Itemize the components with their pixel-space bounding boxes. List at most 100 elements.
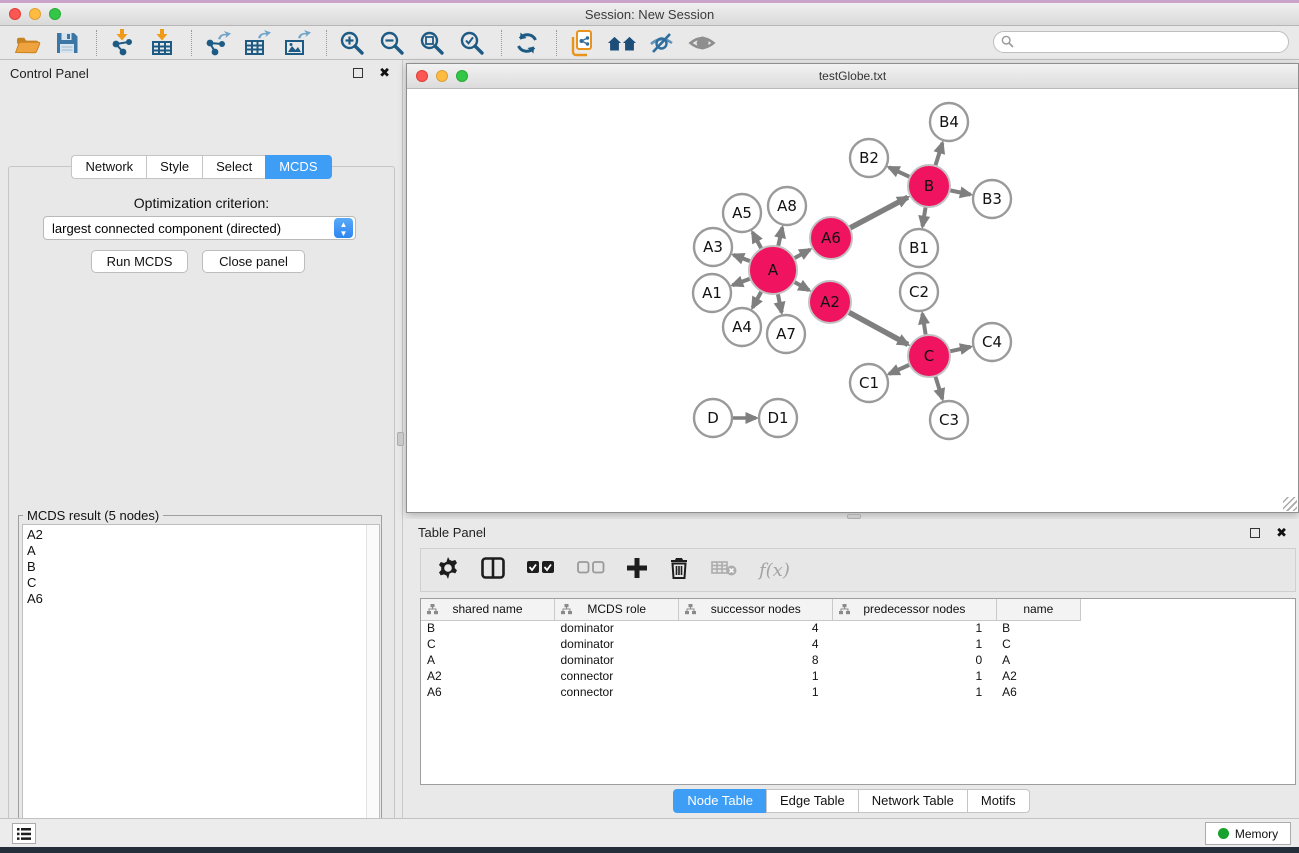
- graph-edge-B-B2[interactable]: [889, 167, 910, 177]
- table-cell[interactable]: A6: [421, 684, 555, 700]
- table-cell[interactable]: connector: [555, 684, 679, 700]
- table-cell[interactable]: 1: [833, 684, 997, 700]
- zoom-selected-icon[interactable]: [457, 29, 487, 57]
- graph-edge-A-A4[interactable]: [753, 291, 762, 308]
- close-table-panel-icon[interactable]: ✖: [1276, 525, 1287, 541]
- zoom-out-icon[interactable]: [377, 29, 407, 57]
- table-cell[interactable]: 8: [679, 652, 833, 668]
- table-cell[interactable]: 0: [833, 652, 997, 668]
- graph-edge-C-C2[interactable]: [922, 314, 925, 336]
- refresh-layout-icon[interactable]: [512, 29, 542, 57]
- tab-network[interactable]: Network: [71, 155, 146, 179]
- graph-edge-A-A6[interactable]: [794, 250, 810, 259]
- graph-edge-A-A3[interactable]: [734, 255, 751, 262]
- table-cell[interactable]: 1: [679, 668, 833, 684]
- column-header-shared-name[interactable]: shared name: [421, 599, 555, 620]
- graph-edge-A-A2[interactable]: [794, 282, 809, 291]
- hide-selected-icon[interactable]: [647, 29, 677, 57]
- select-all-icon[interactable]: [527, 561, 555, 580]
- deselect-all-icon[interactable]: [577, 561, 605, 580]
- column-header-successor-nodes[interactable]: successor nodes: [679, 599, 833, 620]
- graph-edge-A-A8[interactable]: [778, 227, 782, 246]
- show-all-icon[interactable]: [687, 29, 717, 57]
- graph-edge-A-A7[interactable]: [778, 294, 782, 313]
- import-network-icon[interactable]: [107, 29, 137, 57]
- float-panel-icon[interactable]: [353, 68, 363, 78]
- table-cell[interactable]: C: [996, 636, 1080, 652]
- graph-edge-C-C1[interactable]: [889, 365, 910, 374]
- open-session-icon[interactable]: [12, 29, 42, 57]
- tab-select[interactable]: Select: [202, 155, 265, 179]
- table-cell[interactable]: A2: [996, 668, 1080, 684]
- tab-network-table[interactable]: Network Table: [858, 789, 967, 813]
- mcds-result-item[interactable]: C: [27, 575, 379, 591]
- graph-edge-A-A1[interactable]: [733, 278, 751, 285]
- first-neighbors-icon[interactable]: [607, 29, 637, 57]
- export-image-icon[interactable]: [282, 29, 312, 57]
- table-cell[interactable]: A6: [996, 684, 1080, 700]
- table-cell[interactable]: 1: [679, 684, 833, 700]
- search-input[interactable]: [993, 31, 1289, 53]
- table-settings-icon[interactable]: [437, 557, 459, 584]
- export-table-icon[interactable]: [242, 29, 272, 57]
- show-columns-icon[interactable]: [481, 557, 505, 584]
- column-header-predecessor-nodes[interactable]: predecessor nodes: [833, 599, 997, 620]
- tab-edge-table[interactable]: Edge Table: [766, 789, 858, 813]
- vertical-split-handle[interactable]: [397, 432, 404, 446]
- table-cell[interactable]: C: [421, 636, 555, 652]
- table-cell[interactable]: 1: [833, 668, 997, 684]
- table-row[interactable]: Cdominator41C: [421, 636, 1081, 652]
- graph-edge-B-B3[interactable]: [950, 190, 971, 194]
- table-cell[interactable]: B: [996, 620, 1080, 636]
- table-cell[interactable]: A2: [421, 668, 555, 684]
- graph-edge-A6-B[interactable]: [850, 197, 908, 228]
- network-canvas[interactable]: B4B2BB3A8A5A6B1A3AA1C2A2A4A7C4CC1C3DD1: [407, 89, 1298, 512]
- table-cell[interactable]: dominator: [555, 636, 679, 652]
- close-panel-icon[interactable]: ✖: [379, 65, 390, 81]
- column-header-name[interactable]: name: [996, 599, 1080, 620]
- mcds-list-scrollbar[interactable]: [366, 525, 379, 851]
- table-row[interactable]: A6connector11A6: [421, 684, 1081, 700]
- table-cell[interactable]: A: [996, 652, 1080, 668]
- table-cell[interactable]: 1: [833, 620, 997, 636]
- table-cell[interactable]: dominator: [555, 620, 679, 636]
- tab-motifs[interactable]: Motifs: [967, 789, 1030, 813]
- mcds-result-item[interactable]: A: [27, 543, 379, 559]
- tab-style[interactable]: Style: [146, 155, 202, 179]
- table-cell[interactable]: A: [421, 652, 555, 668]
- table-cell[interactable]: dominator: [555, 652, 679, 668]
- add-row-icon[interactable]: [627, 558, 647, 583]
- zoom-in-icon[interactable]: [337, 29, 367, 57]
- table-cell[interactable]: 4: [679, 620, 833, 636]
- float-table-panel-icon[interactable]: [1250, 528, 1260, 538]
- graph-edge-B-B1[interactable]: [923, 207, 926, 227]
- table-cell[interactable]: B: [421, 620, 555, 636]
- window-resize-grip[interactable]: [1283, 497, 1297, 511]
- tab-mcds[interactable]: MCDS: [265, 155, 331, 179]
- table-cell[interactable]: 1: [833, 636, 997, 652]
- graph-edge-C-C3[interactable]: [935, 376, 942, 399]
- mcds-result-item[interactable]: B: [27, 559, 379, 575]
- save-session-icon[interactable]: [52, 29, 82, 57]
- zoom-fit-icon[interactable]: [417, 29, 447, 57]
- graph-edge-A2-C[interactable]: [848, 312, 907, 344]
- criterion-dropdown[interactable]: largest connected component (directed) ▲…: [43, 216, 356, 240]
- new-network-from-selection-icon[interactable]: [567, 29, 597, 57]
- table-row[interactable]: Bdominator41B: [421, 620, 1081, 636]
- table-cell[interactable]: connector: [555, 668, 679, 684]
- table-row[interactable]: A2connector11A2: [421, 668, 1081, 684]
- task-history-button[interactable]: [12, 823, 36, 844]
- memory-button[interactable]: Memory: [1205, 822, 1291, 845]
- graph-edge-A-A5[interactable]: [753, 232, 762, 249]
- close-panel-button[interactable]: Close panel: [202, 250, 305, 273]
- mcds-result-list[interactable]: A2ABCA6: [22, 524, 380, 852]
- graph-edge-B-B4[interactable]: [935, 143, 942, 166]
- column-header-MCDS-role[interactable]: MCDS role: [555, 599, 679, 620]
- delete-row-icon[interactable]: [669, 557, 689, 584]
- export-network-icon[interactable]: [202, 29, 232, 57]
- node-table[interactable]: shared nameMCDS rolesuccessor nodesprede…: [420, 598, 1296, 785]
- import-table-icon[interactable]: [147, 29, 177, 57]
- table-cell[interactable]: 4: [679, 636, 833, 652]
- table-row[interactable]: Adominator80A: [421, 652, 1081, 668]
- run-mcds-button[interactable]: Run MCDS: [91, 250, 188, 273]
